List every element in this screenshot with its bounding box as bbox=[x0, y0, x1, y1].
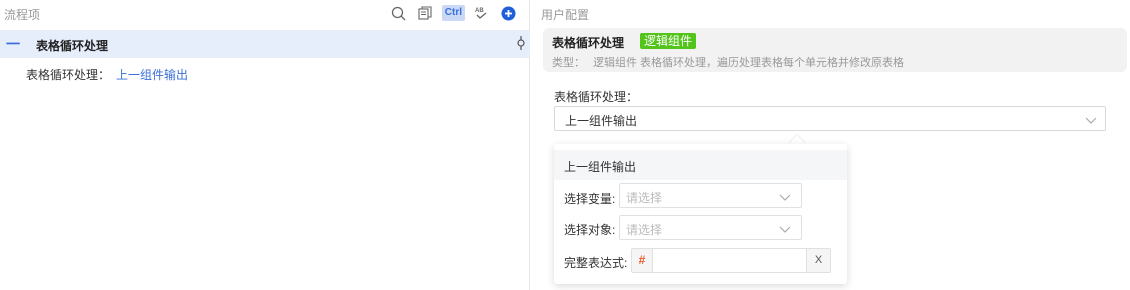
object-placeholder: 请选择 bbox=[626, 223, 663, 237]
type-value: 逻辑组件 表格循环处理，遍历处理表格每个单元格并修改原表格 bbox=[593, 57, 905, 69]
expression-input[interactable] bbox=[654, 249, 804, 272]
chevron-down-icon bbox=[779, 191, 791, 205]
svg-text:AB: AB bbox=[475, 8, 484, 14]
loop-source-select[interactable]: 上一组件输出 bbox=[554, 106, 1106, 131]
loop-field-label: 表格循环处理： bbox=[554, 90, 639, 104]
component-info-card: 表格循环处理 逻辑组件 类型： 逻辑组件 表格循环处理，遍历处理表格每个单元格并修… bbox=[543, 28, 1127, 72]
object-label: 选择对象: bbox=[564, 223, 616, 237]
loop-source-value: 上一组件输出 bbox=[565, 114, 638, 128]
variable-placeholder: 请选择 bbox=[626, 191, 663, 205]
connector-pin-icon[interactable] bbox=[516, 36, 526, 53]
flow-toolbar: Ctrl AB bbox=[390, 4, 517, 22]
component-description: 类型： 逻辑组件 表格循环处理，遍历处理表格每个单元格并修改原表格 bbox=[552, 54, 904, 70]
expression-label: 完整表达式: bbox=[564, 256, 628, 270]
chevron-down-icon bbox=[1085, 114, 1097, 128]
search-icon[interactable] bbox=[390, 4, 408, 22]
user-config-title: 用户配置 bbox=[541, 8, 590, 22]
flow-items-title: 流程项 bbox=[4, 8, 41, 22]
source-dropdown-popup: 上一组件输出 选择变量: 请选择 选择对象: 请选择 完整表达式: # X bbox=[554, 144, 847, 284]
component-name: 表格循环处理 bbox=[552, 36, 625, 50]
ctrl-badge[interactable]: Ctrl bbox=[441, 5, 465, 21]
flow-node-property: 表格循环处理： 上一组件输出 bbox=[26, 66, 188, 83]
variable-label: 选择变量: bbox=[564, 192, 616, 206]
user-config-panel: 用户配置 表格循环处理 逻辑组件 类型： 逻辑组件 表格循环处理，遍历处理表格每个… bbox=[531, 0, 1130, 290]
flow-node-name: 表格循环处理 bbox=[36, 39, 109, 53]
object-select[interactable]: 请选择 bbox=[619, 215, 802, 240]
copy-icon[interactable] bbox=[416, 4, 434, 22]
component-tag: 逻辑组件 bbox=[640, 33, 697, 49]
clear-expression-button[interactable]: X bbox=[806, 249, 830, 272]
dropdown-option-label: 上一组件输出 bbox=[564, 160, 637, 174]
chevron-down-icon bbox=[779, 223, 791, 237]
expression-prefix: # bbox=[632, 249, 653, 272]
flow-items-panel: 流程项 Ctrl AB 一 表格循环处理 表格循环处理： 上一组件输出 bbox=[0, 0, 530, 290]
property-label: 表格循环处理： bbox=[26, 68, 111, 82]
expression-field: # X bbox=[631, 248, 831, 273]
flow-node-selected[interactable]: 一 表格循环处理 bbox=[0, 30, 530, 58]
property-value-link[interactable]: 上一组件输出 bbox=[116, 68, 188, 82]
collapse-toggle[interactable]: 一 bbox=[6, 34, 20, 54]
type-label: 类型： bbox=[552, 57, 585, 69]
add-circle-icon[interactable] bbox=[499, 4, 517, 22]
dropdown-option-selected[interactable]: 上一组件输出 bbox=[554, 150, 847, 180]
spellcheck-icon[interactable]: AB bbox=[473, 4, 491, 22]
variable-select[interactable]: 请选择 bbox=[619, 183, 802, 208]
